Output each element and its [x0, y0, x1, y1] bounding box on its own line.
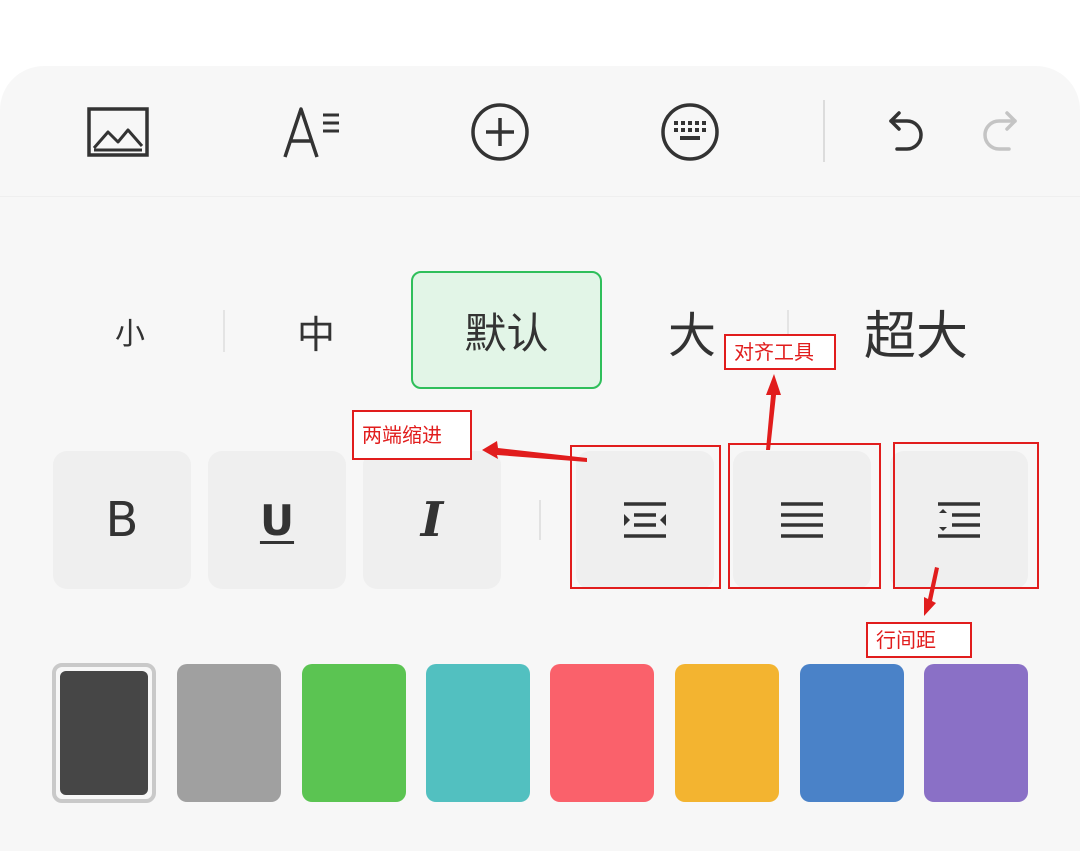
insert-button[interactable]: [464, 96, 536, 168]
toolbar-separator: [823, 100, 825, 162]
undo-button[interactable]: [866, 96, 938, 168]
bold-label: B: [105, 492, 139, 548]
color-swatch-gray[interactable]: [177, 664, 281, 802]
redo-icon: [983, 111, 1017, 151]
add-circle-icon: [471, 103, 529, 161]
font-size-extra-large[interactable]: 超大: [820, 276, 1012, 386]
color-swatch-fill: [60, 671, 148, 795]
size-separator: [223, 310, 225, 352]
italic-button[interactable]: I: [363, 451, 501, 589]
image-icon: [87, 107, 149, 157]
color-swatch-purple[interactable]: [924, 664, 1028, 802]
annotation-box-line-spacing: [893, 442, 1039, 589]
bold-button[interactable]: B: [53, 451, 191, 589]
insert-image-button[interactable]: [82, 96, 154, 168]
keyboard-icon: [661, 103, 719, 161]
italic-label: I: [420, 492, 444, 548]
text-format-icon: [283, 107, 339, 158]
keyboard-button[interactable]: [654, 96, 726, 168]
format-separator: [539, 500, 541, 540]
annotation-label-line-spacing: 行间距: [866, 622, 972, 658]
annotation-box-align: [728, 443, 881, 589]
annotation-label-indent: 两端缩进: [352, 410, 472, 460]
toolbar-divider: [0, 196, 1080, 197]
font-size-medium[interactable]: 中: [246, 276, 386, 386]
color-swatch-green[interactable]: [302, 664, 406, 802]
annotation-label-align: 对齐工具: [724, 334, 836, 370]
color-swatch-yellow[interactable]: [675, 664, 779, 802]
redo-button[interactable]: [968, 96, 1040, 168]
font-size-default[interactable]: 默认: [411, 271, 602, 389]
color-swatch-teal[interactable]: [426, 664, 530, 802]
annotation-box-indent: [570, 445, 721, 589]
undo-icon: [889, 111, 923, 151]
color-swatch-red[interactable]: [550, 664, 654, 802]
font-size-small[interactable]: 小: [60, 276, 200, 386]
color-swatch-dark[interactable]: [52, 663, 156, 803]
color-swatch-blue[interactable]: [800, 664, 904, 802]
text-format-button[interactable]: [276, 96, 348, 168]
underline-label: U: [259, 495, 295, 545]
underline-button[interactable]: U: [208, 451, 346, 589]
